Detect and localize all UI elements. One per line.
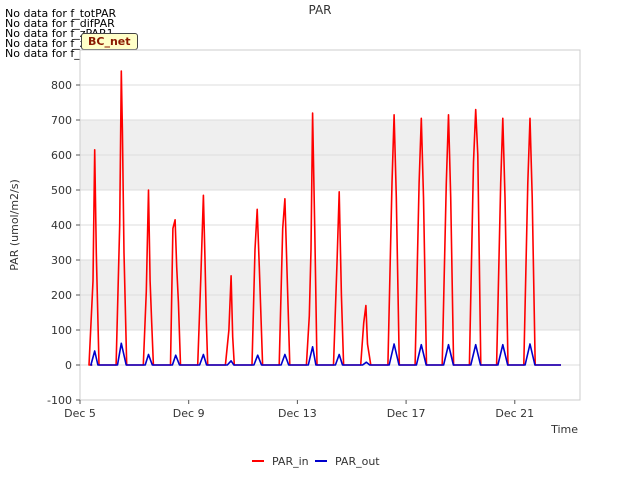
x-tick-label: Dec 13	[278, 407, 317, 420]
par-chart: -100 0 100 200 300 400 500 600 700 800 Dec 5 Dec 9 D…	[8, 3, 581, 468]
y-axis-label: PAR (umol/m2/s)	[8, 179, 21, 271]
x-tick-label: Dec 9	[173, 407, 205, 420]
y-tick-label: 800	[51, 79, 72, 92]
x-axis-label: Time	[550, 423, 578, 436]
y-tick-label: 0	[65, 359, 72, 372]
legend-label-par-out: PAR_out	[335, 455, 380, 468]
y-tick-label: 200	[51, 289, 72, 302]
x-tick-label: Dec 5	[64, 407, 96, 420]
y-tick-label: 300	[51, 254, 72, 267]
y-tick-label: 400	[51, 219, 72, 232]
y-tick-label: 100	[51, 324, 72, 337]
legend-label-par-in: PAR_in	[272, 455, 309, 468]
x-tick-label: Dec 21	[495, 407, 534, 420]
y-tick-label: 500	[51, 184, 72, 197]
chart-title: PAR	[308, 3, 331, 17]
y-tick-label: -100	[47, 394, 72, 407]
y-tick-label: 600	[51, 149, 72, 162]
x-tick-label: Dec 17	[387, 407, 426, 420]
y-tick-label: 700	[51, 114, 72, 127]
